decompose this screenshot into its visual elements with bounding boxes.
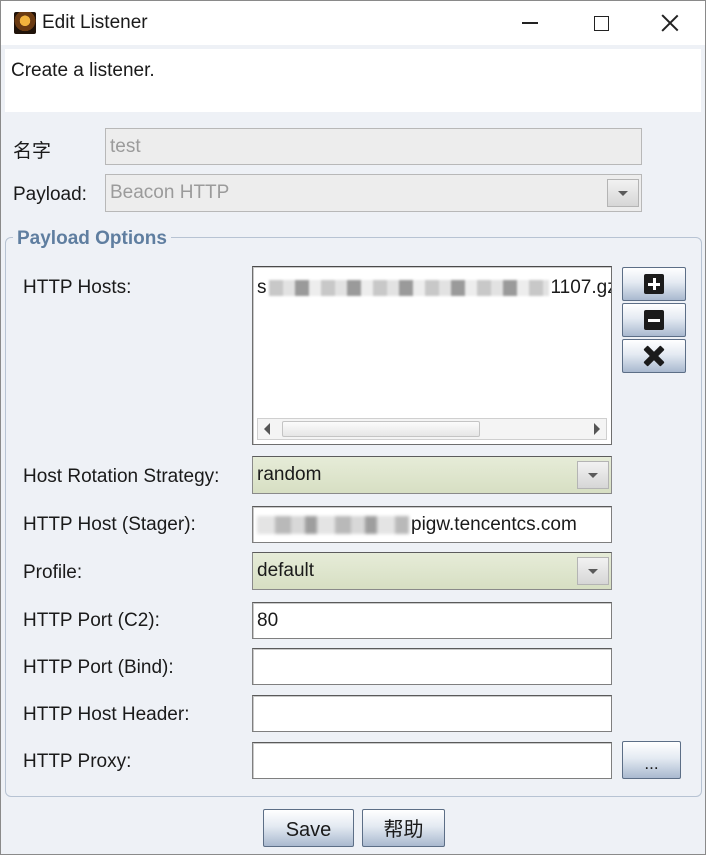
title-bar: Edit Listener: [1, 1, 705, 45]
stager-label: HTTP Host (Stager):: [23, 514, 196, 535]
chevron-down-icon[interactable]: [607, 179, 639, 207]
help-button[interactable]: 帮助: [362, 809, 445, 847]
scroll-right-icon[interactable]: [594, 423, 600, 435]
proxy-label: HTTP Proxy:: [23, 751, 132, 772]
scrollbar-thumb[interactable]: [282, 421, 480, 437]
plus-icon: [644, 274, 664, 294]
payload-options-title: Payload Options: [13, 228, 171, 250]
save-button[interactable]: Save: [263, 809, 354, 847]
edit-listener-dialog: Edit Listener Create a listener. 名字 test…: [0, 0, 706, 855]
profile-label: Profile:: [23, 562, 83, 583]
close-button[interactable]: [635, 1, 705, 45]
proxy-settings-button[interactable]: ...: [622, 741, 681, 779]
maximize-button[interactable]: [566, 1, 636, 45]
payload-label: Payload:: [13, 184, 87, 205]
close-icon: [661, 14, 679, 32]
chevron-down-icon[interactable]: [577, 557, 609, 585]
minus-icon: [644, 310, 664, 330]
name-label: 名字: [13, 141, 52, 162]
port-c2-field[interactable]: 80: [252, 602, 612, 639]
clear-hosts-button[interactable]: [622, 339, 686, 373]
list-item[interactable]: s 1107.gz.ap: [257, 277, 612, 299]
description-panel: Create a listener.: [5, 49, 701, 112]
horizontal-scrollbar[interactable]: [257, 418, 607, 440]
stager-value: pigw.tencentcs.com: [411, 514, 577, 535]
host-header-label: HTTP Host Header:: [23, 704, 190, 725]
description-text: Create a listener.: [11, 60, 155, 81]
chevron-down-icon[interactable]: [577, 461, 609, 489]
payload-select-value: Beacon HTTP: [110, 182, 230, 203]
window-title: Edit Listener: [42, 12, 148, 33]
http-hosts-list[interactable]: s 1107.gz.ap: [252, 266, 612, 445]
remove-host-button[interactable]: [622, 303, 686, 337]
host-header-field[interactable]: [252, 695, 612, 732]
http-hosts-label: HTTP Hosts:: [23, 277, 132, 298]
payload-select[interactable]: Beacon HTTP: [105, 174, 642, 212]
profile-value: default: [257, 560, 315, 581]
proxy-field[interactable]: [252, 742, 612, 779]
host-rotation-label: Host Rotation Strategy:: [23, 466, 220, 487]
port-bind-field[interactable]: [252, 648, 612, 685]
host-rotation-value: random: [257, 464, 322, 485]
name-field[interactable]: test: [105, 128, 642, 165]
profile-select[interactable]: default: [252, 552, 612, 590]
redacted-text: [257, 515, 409, 534]
minimize-button[interactable]: [495, 1, 565, 45]
port-bind-label: HTTP Port (Bind):: [23, 657, 174, 678]
host-prefix: s: [257, 277, 267, 298]
host-suffix: 1107.gz.ap: [550, 277, 612, 298]
stager-field[interactable]: pigw.tencentcs.com: [252, 506, 612, 543]
scroll-left-icon[interactable]: [264, 423, 270, 435]
redacted-text: [268, 279, 549, 296]
x-icon: [643, 345, 665, 367]
minimize-icon: [522, 22, 538, 24]
host-rotation-select[interactable]: random: [252, 456, 612, 494]
port-c2-label: HTTP Port (C2):: [23, 610, 160, 631]
maximize-icon: [593, 15, 609, 31]
add-host-button[interactable]: [622, 267, 686, 301]
app-icon: [14, 12, 36, 34]
